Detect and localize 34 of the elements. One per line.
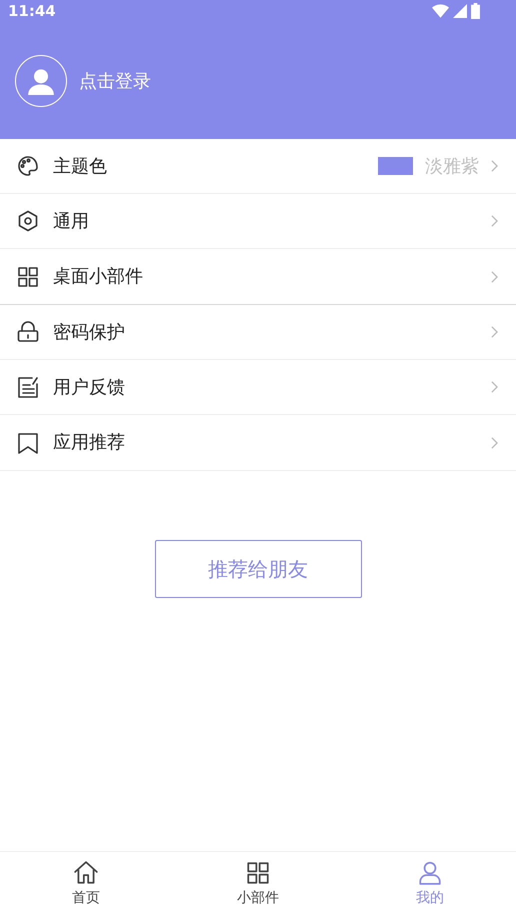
person-icon — [27, 67, 55, 95]
menu-label: 用户反馈 — [53, 376, 126, 400]
menu-item[interactable]: 密码保护 — [0, 305, 516, 360]
chevron-right-icon — [491, 215, 498, 227]
menu-label: 桌面小部件 — [53, 265, 144, 289]
chevron-right-icon — [491, 326, 498, 338]
wifi-icon — [432, 4, 449, 18]
menu-label: 应用推荐 — [53, 431, 126, 455]
battery-icon — [471, 3, 480, 19]
menu-item[interactable]: 主题色 淡雅紫 — [0, 139, 516, 194]
signal-icon — [453, 4, 467, 18]
nav-tab[interactable]: 首页 — [0, 852, 172, 915]
settings-icon — [16, 209, 40, 233]
note-icon — [16, 375, 40, 399]
chevron-right-icon — [491, 160, 498, 172]
menu-item[interactable]: 桌面小部件 — [0, 249, 516, 304]
menu-value: 淡雅紫 — [425, 154, 479, 178]
chevron-right-icon — [491, 270, 498, 282]
nav-tab[interactable]: 小部件 — [172, 852, 344, 915]
home-icon — [72, 860, 100, 886]
menu-label: 通用 — [53, 210, 90, 234]
lock-icon — [16, 320, 40, 344]
menu-item[interactable]: 通用 — [0, 194, 516, 249]
status-time: 11:44 — [8, 0, 56, 22]
bookmark-icon — [16, 430, 40, 454]
avatar[interactable] — [15, 55, 67, 107]
menu-item[interactable]: 用户反馈 — [0, 360, 516, 415]
menu-label: 主题色 — [53, 154, 108, 178]
grid-icon — [16, 264, 40, 288]
menu-item[interactable]: 应用推荐 — [0, 415, 516, 470]
menu-label: 密码保护 — [53, 320, 126, 344]
palette-icon — [16, 154, 40, 178]
chevron-right-icon — [491, 436, 498, 448]
chevron-right-icon — [491, 381, 498, 393]
